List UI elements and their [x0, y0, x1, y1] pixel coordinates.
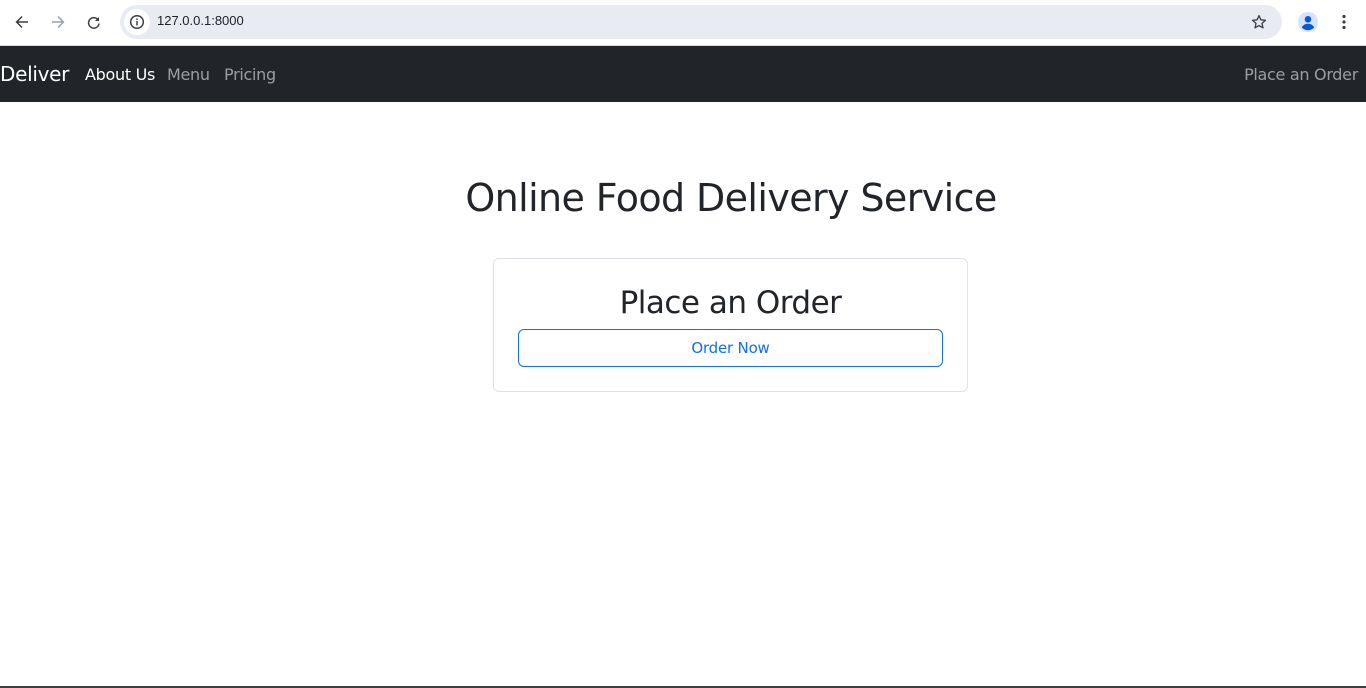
- address-bar[interactable]: 127.0.0.1:8000: [120, 5, 1282, 39]
- arrow-left-icon: [15, 16, 28, 28]
- star-icon: [1251, 14, 1267, 29]
- card-title: Place an Order: [619, 285, 842, 321]
- bookmark-button[interactable]: [1248, 11, 1270, 33]
- nav-link-pricing[interactable]: Pricing: [224, 65, 276, 84]
- kebab-menu-icon: [1342, 14, 1346, 30]
- order-card: Place an Order Order Now: [493, 258, 968, 392]
- reload-icon: [87, 16, 100, 29]
- order-now-button[interactable]: Order Now: [518, 329, 943, 367]
- nav-link-place-an-order[interactable]: Place an Order: [1244, 65, 1358, 84]
- info-icon: [129, 14, 145, 30]
- forward-button[interactable]: [43, 7, 73, 37]
- url-text[interactable]: 127.0.0.1:8000: [157, 13, 244, 28]
- reload-button[interactable]: [79, 7, 109, 37]
- site-info-button[interactable]: [124, 9, 150, 35]
- navbar-brand[interactable]: Deliver: [0, 62, 69, 86]
- browser-menu-button[interactable]: [1329, 7, 1359, 37]
- back-button[interactable]: [7, 7, 37, 37]
- page-title: Online Food Delivery Service: [465, 176, 997, 220]
- person-icon: [1298, 12, 1318, 32]
- profile-button[interactable]: [1293, 7, 1323, 37]
- browser-toolbar: 127.0.0.1:8000: [0, 0, 1366, 46]
- site-navbar: Deliver About Us Menu Pricing Place an O…: [0, 46, 1366, 102]
- nav-link-menu[interactable]: Menu: [167, 65, 210, 84]
- arrow-right-icon: [52, 16, 65, 28]
- nav-link-about-us[interactable]: About Us: [85, 65, 155, 84]
